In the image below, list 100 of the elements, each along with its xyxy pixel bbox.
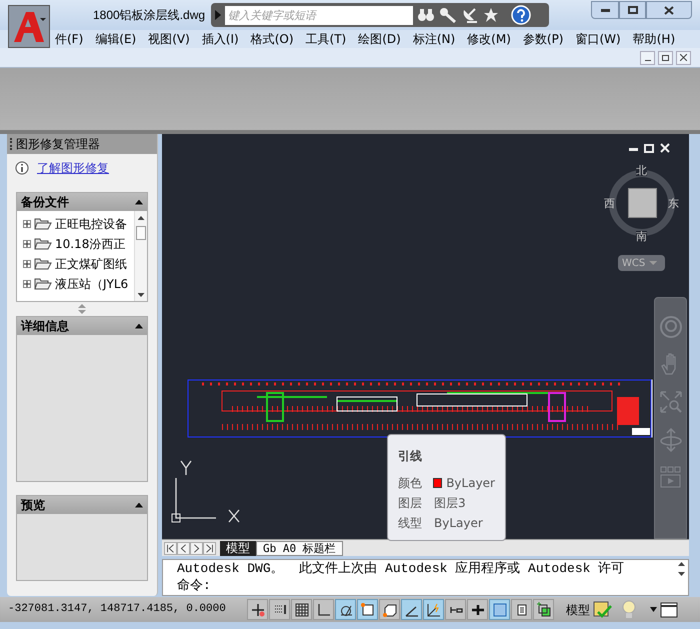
scrollbar[interactable] [134,211,147,301]
menu-item[interactable]: 格式(O) [244,30,300,48]
drafting-toggle[interactable] [379,599,400,620]
cad-drawing[interactable] [187,379,653,439]
app-menu-button[interactable] [8,5,50,48]
drafting-toggle[interactable] [313,599,334,620]
menu-item[interactable]: 件(F) [49,30,90,48]
panel-title: 图形修复管理器 [16,136,100,153]
close-button[interactable] [676,50,691,64]
tooltip-title: 引线 [398,448,423,465]
folder-icon [34,278,52,290]
drafting-toggle[interactable] [467,599,488,620]
file-name[interactable]: 正文煤矿图纸 [55,255,127,273]
drafting-toggle[interactable] [335,599,356,620]
folder-icon [34,238,52,250]
menu-item[interactable]: 窗口(W) [570,30,627,48]
file-name[interactable]: 正旺电控设备 [55,215,127,233]
shaded-square-icon [492,602,508,618]
space-label[interactable]: 模型 [566,600,590,618]
layout-tab[interactable]: 模型 [220,541,256,556]
menu-item[interactable]: 帮助(H) [626,30,682,48]
menu-item[interactable]: 插入(I) [196,30,245,48]
minimize-button[interactable] [640,50,655,64]
maximize-button[interactable] [619,1,646,19]
menu-item[interactable]: 标注(N) [406,30,462,48]
collapse-icon[interactable] [135,200,143,204]
menu-item[interactable]: 修改(M) [461,30,517,48]
close-icon [680,54,687,61]
menu-item[interactable]: 工具(T) [300,30,352,48]
angle-bolt-icon [426,602,442,618]
drafting-toggle[interactable] [269,599,290,620]
section-title: 预览 [21,497,45,514]
help-link[interactable]: 了解图形修复 [37,159,109,177]
drafting-toggle[interactable] [423,599,444,620]
drafting-toggle[interactable] [401,599,422,620]
compass-label[interactable]: 东 [668,198,679,209]
file-name[interactable]: 10.18汾西正 [55,235,126,253]
drafting-toggle[interactable] [357,599,378,620]
collapse-icon[interactable] [135,324,143,328]
property-label: 图层 [398,495,423,512]
tab-scroll-icon[interactable] [164,542,177,555]
drafting-toggle[interactable] [247,599,268,620]
tab-scroll-icon[interactable] [190,542,203,555]
property-value: 图层3 [434,495,466,512]
close-icon[interactable] [660,143,670,153]
expand-icon[interactable] [23,260,31,268]
overlapping-squares-icon [536,602,552,618]
binoculars-icon[interactable] [417,7,436,23]
property-label: 线型 [398,515,423,532]
file-name[interactable]: 液压站（JYL6 [55,275,128,293]
annotation-scale-icon[interactable] [592,600,614,620]
right-angle-icon [316,602,332,618]
search-field[interactable]: 键入关键字或短语 [225,6,414,24]
collapse-icon[interactable] [135,502,143,508]
coordinates-readout: -327081.3147, 148717.4185, 0.0000 [8,602,227,618]
section-title: 备份文件 [21,194,69,211]
restore-button[interactable] [658,50,673,64]
square-point-icon [360,602,376,618]
tab-scroll-icon[interactable] [177,542,190,555]
box-point-icon [382,602,398,618]
grid-icon [294,602,310,618]
star-icon[interactable] [483,7,500,23]
property-value: ByLayer [446,475,495,492]
layout-tab[interactable]: Gb A0 标题栏 [256,541,343,556]
drawing-canvas[interactable]: 北 南 西 东 WCS 引线 颜色 ByLayer 图层 图层3 线型 ByLayer [162,134,689,539]
property-value: ByLayer [434,515,483,532]
drafting-toggle[interactable] [533,599,554,620]
menu-item[interactable]: 绘图(D) [352,30,407,48]
compass-label[interactable]: 北 [636,165,647,176]
drafting-toggle[interactable] [511,599,532,620]
tab-scroll-icon[interactable] [203,542,216,555]
crosshair-icon [250,602,266,618]
help-icon[interactable] [511,5,534,25]
drag-handle-icon[interactable] [10,138,13,150]
command-prompt: 命令: [177,577,211,594]
menu-item[interactable]: 参数(P) [516,30,570,48]
restore-icon[interactable] [644,144,654,152]
compass-label[interactable]: 南 [636,231,647,242]
command-history: Autodesk DWG。 此文件上次由 Autodesk 应用程序或 Autodesk 许可 [177,560,624,577]
drafting-toggle[interactable] [291,599,312,620]
section-title: 详细信息 [21,318,69,335]
menu-item[interactable]: 编辑(E) [89,30,142,48]
window-title: 1800铝板涂层线.dwg [93,7,206,24]
minimize-button[interactable] [591,1,619,19]
expand-icon[interactable] [23,280,31,288]
close-icon [664,6,674,14]
property-label: 颜色 [398,475,423,492]
scroll-arrows-icon[interactable] [678,562,686,576]
key-icon[interactable] [439,7,458,23]
drafting-toggle[interactable] [445,599,466,620]
expand-icon[interactable] [23,220,31,228]
info-icon [15,161,29,175]
folder-icon [34,218,52,230]
close-button[interactable] [646,1,692,19]
satellite-dish-icon[interactable] [461,7,480,23]
compass-label[interactable]: 西 [604,198,615,209]
expand-icon[interactable] [23,240,31,248]
window-icon[interactable] [660,602,678,618]
drafting-toggle[interactable] [489,599,510,620]
menu-item[interactable]: 视图(V) [142,30,196,48]
